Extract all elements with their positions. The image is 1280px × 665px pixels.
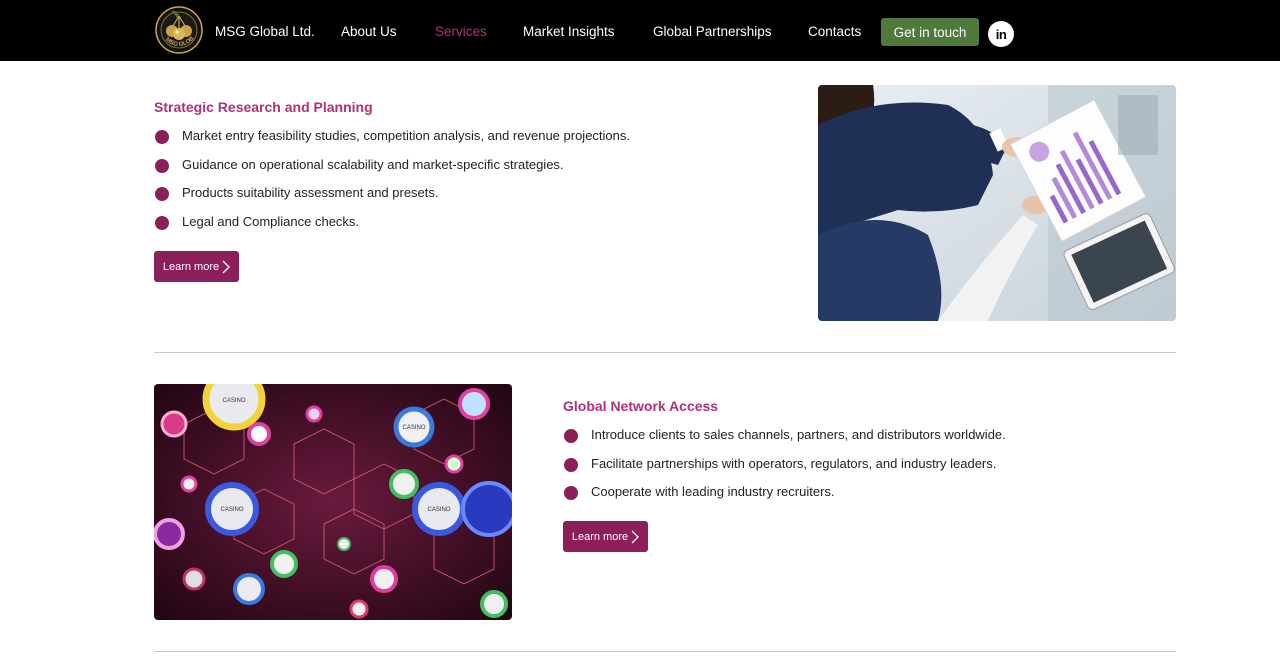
casino-chips-photo: CASINO CASINO CASINO CASINO [154,384,512,620]
list-item-text: Introduce clients to sales channels, par… [591,427,1006,442]
bullet-dot-icon [155,130,169,144]
bullet-dot-icon [155,187,169,201]
list-item: Facilitate partnerships with operators, … [563,456,1006,485]
chip-label: CASINO [402,425,425,431]
list-item: Market entry feasibility studies, compet… [154,128,630,157]
learn-more-label: Learn more [571,530,629,543]
msg-global-logo[interactable]: MSG GLOBAL [153,2,203,54]
linkedin-icon[interactable]: in [988,21,1014,47]
chevron-right-icon [222,260,231,273]
bullet-dot-icon [564,429,578,443]
chip-label: CASINO [427,507,450,513]
nav-contacts[interactable]: Contacts [808,24,861,39]
list-item-text: Facilitate partnerships with operators, … [591,455,997,471]
learn-more-label: Learn more [162,260,220,273]
business-meeting-photo [818,85,1176,321]
list-item-text: Market entry feasibility studies, compet… [182,128,630,143]
list-item-text: Guidance on operational scalability and … [182,156,564,172]
nav-market-insights[interactable]: Market Insights [523,24,615,39]
nav-global-partnerships[interactable]: Global Partnerships [653,24,772,39]
list-item: Cooperate with leading industry recruite… [563,484,1006,513]
list-item: Legal and Compliance checks. [154,214,630,243]
list-item: Guidance on operational scalability and … [154,157,630,186]
strategic-research-list: Market entry feasibility studies, compet… [154,128,630,242]
chip-label: CASINO [222,398,245,404]
bullet-dot-icon [564,457,578,472]
section-title-global-network: Global Network Access [563,398,719,414]
get-in-touch-button[interactable]: Get in touch [881,18,979,46]
list-item-text: Legal and Compliance checks. [182,213,360,229]
chip-label: CASINO [220,507,243,513]
nav-services[interactable]: Services [435,24,487,39]
section-title-strategic-research: Strategic Research and Planning [154,99,373,115]
global-network-list: Introduce clients to sales channels, par… [563,427,1006,513]
learn-more-button-network[interactable]: Learn more [563,521,648,552]
chevron-right-icon [631,530,640,543]
site-header: MSG GLOBAL MSG Global Ltd. About Us Serv… [0,0,1280,61]
linkedin-icon-label: in [995,26,1007,42]
bullet-dot-icon [155,158,169,173]
learn-more-button-strategic[interactable]: Learn more [154,251,239,282]
list-item-text: Cooperate with leading industry recruite… [591,484,835,499]
list-item-text: Products suitability assessment and pres… [182,185,439,200]
section-divider [154,651,1176,652]
brand-name[interactable]: MSG Global Ltd. [215,24,315,39]
nav-about-us[interactable]: About Us [341,24,397,39]
section-divider [154,352,1176,353]
list-item: Introduce clients to sales channels, par… [563,427,1006,456]
bullet-dot-icon [155,215,169,230]
bullet-dot-icon [564,486,578,500]
list-item: Products suitability assessment and pres… [154,185,630,214]
